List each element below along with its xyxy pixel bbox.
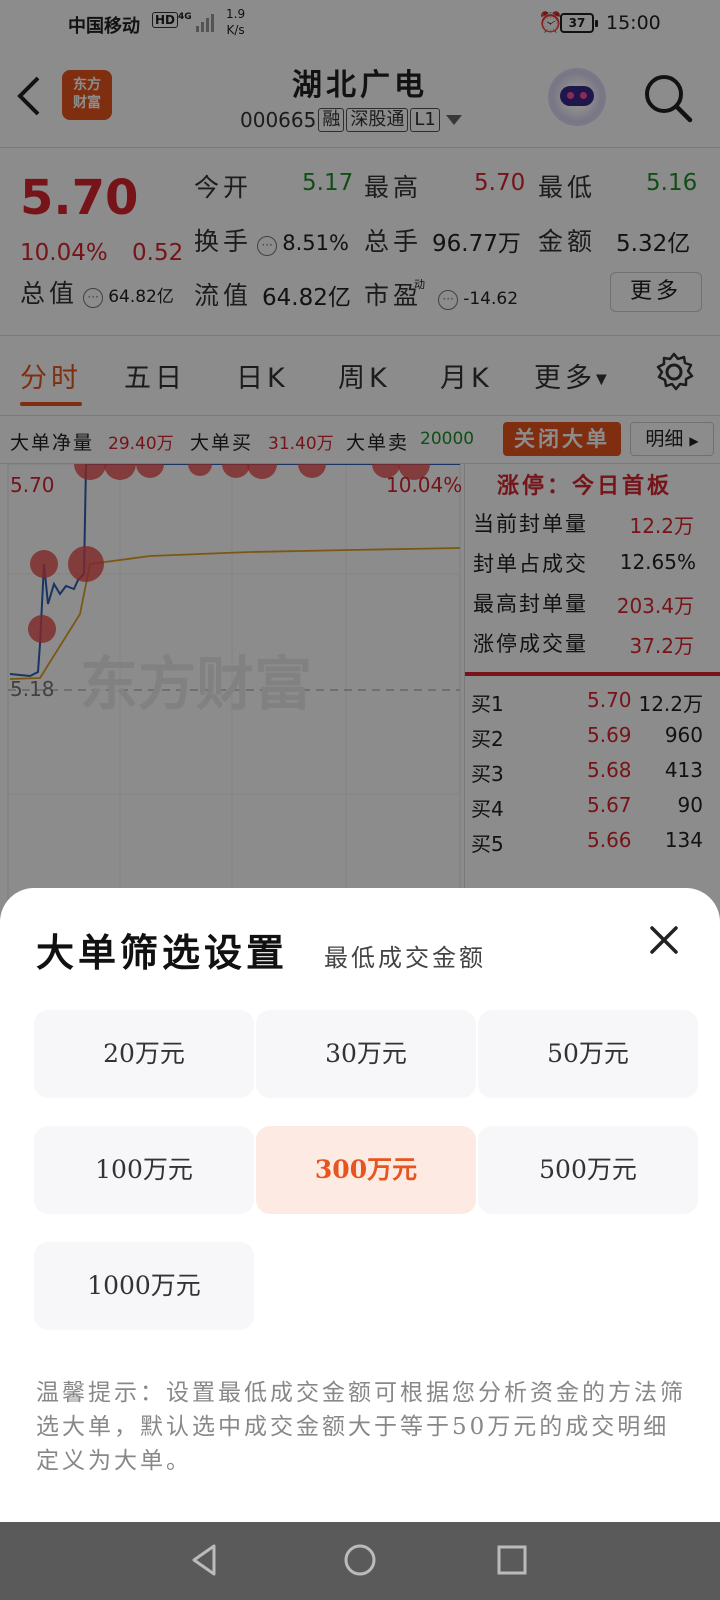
close-icon[interactable] bbox=[644, 920, 684, 960]
option-50w[interactable]: 50万元 bbox=[478, 1010, 698, 1098]
tip-text: 温馨提示：设置最低成交金额可根据您分析资金的方法筛选大单，默认选中成交金额大于等… bbox=[36, 1380, 686, 1474]
option-20w[interactable]: 20万元 bbox=[34, 1010, 254, 1098]
nav-back-icon[interactable] bbox=[186, 1542, 222, 1578]
system-nav-bar bbox=[0, 1522, 720, 1600]
option-1000w[interactable]: 1000万元 bbox=[34, 1242, 254, 1330]
sheet-title: 大单筛选设置 bbox=[36, 930, 289, 975]
nav-home-icon[interactable] bbox=[342, 1542, 378, 1578]
option-500w[interactable]: 500万元 bbox=[478, 1126, 698, 1214]
option-100w[interactable]: 100万元 bbox=[34, 1126, 254, 1214]
nav-recents-icon[interactable] bbox=[494, 1542, 530, 1578]
big-order-filter-sheet: 大单筛选设置 最低成交金额 20万元 30万元 50万元 100万元 300万元… bbox=[0, 888, 720, 1522]
option-300w[interactable]: 300万元 bbox=[256, 1126, 476, 1214]
option-30w[interactable]: 30万元 bbox=[256, 1010, 476, 1098]
sheet-subtitle: 最低成交金额 bbox=[324, 944, 486, 972]
